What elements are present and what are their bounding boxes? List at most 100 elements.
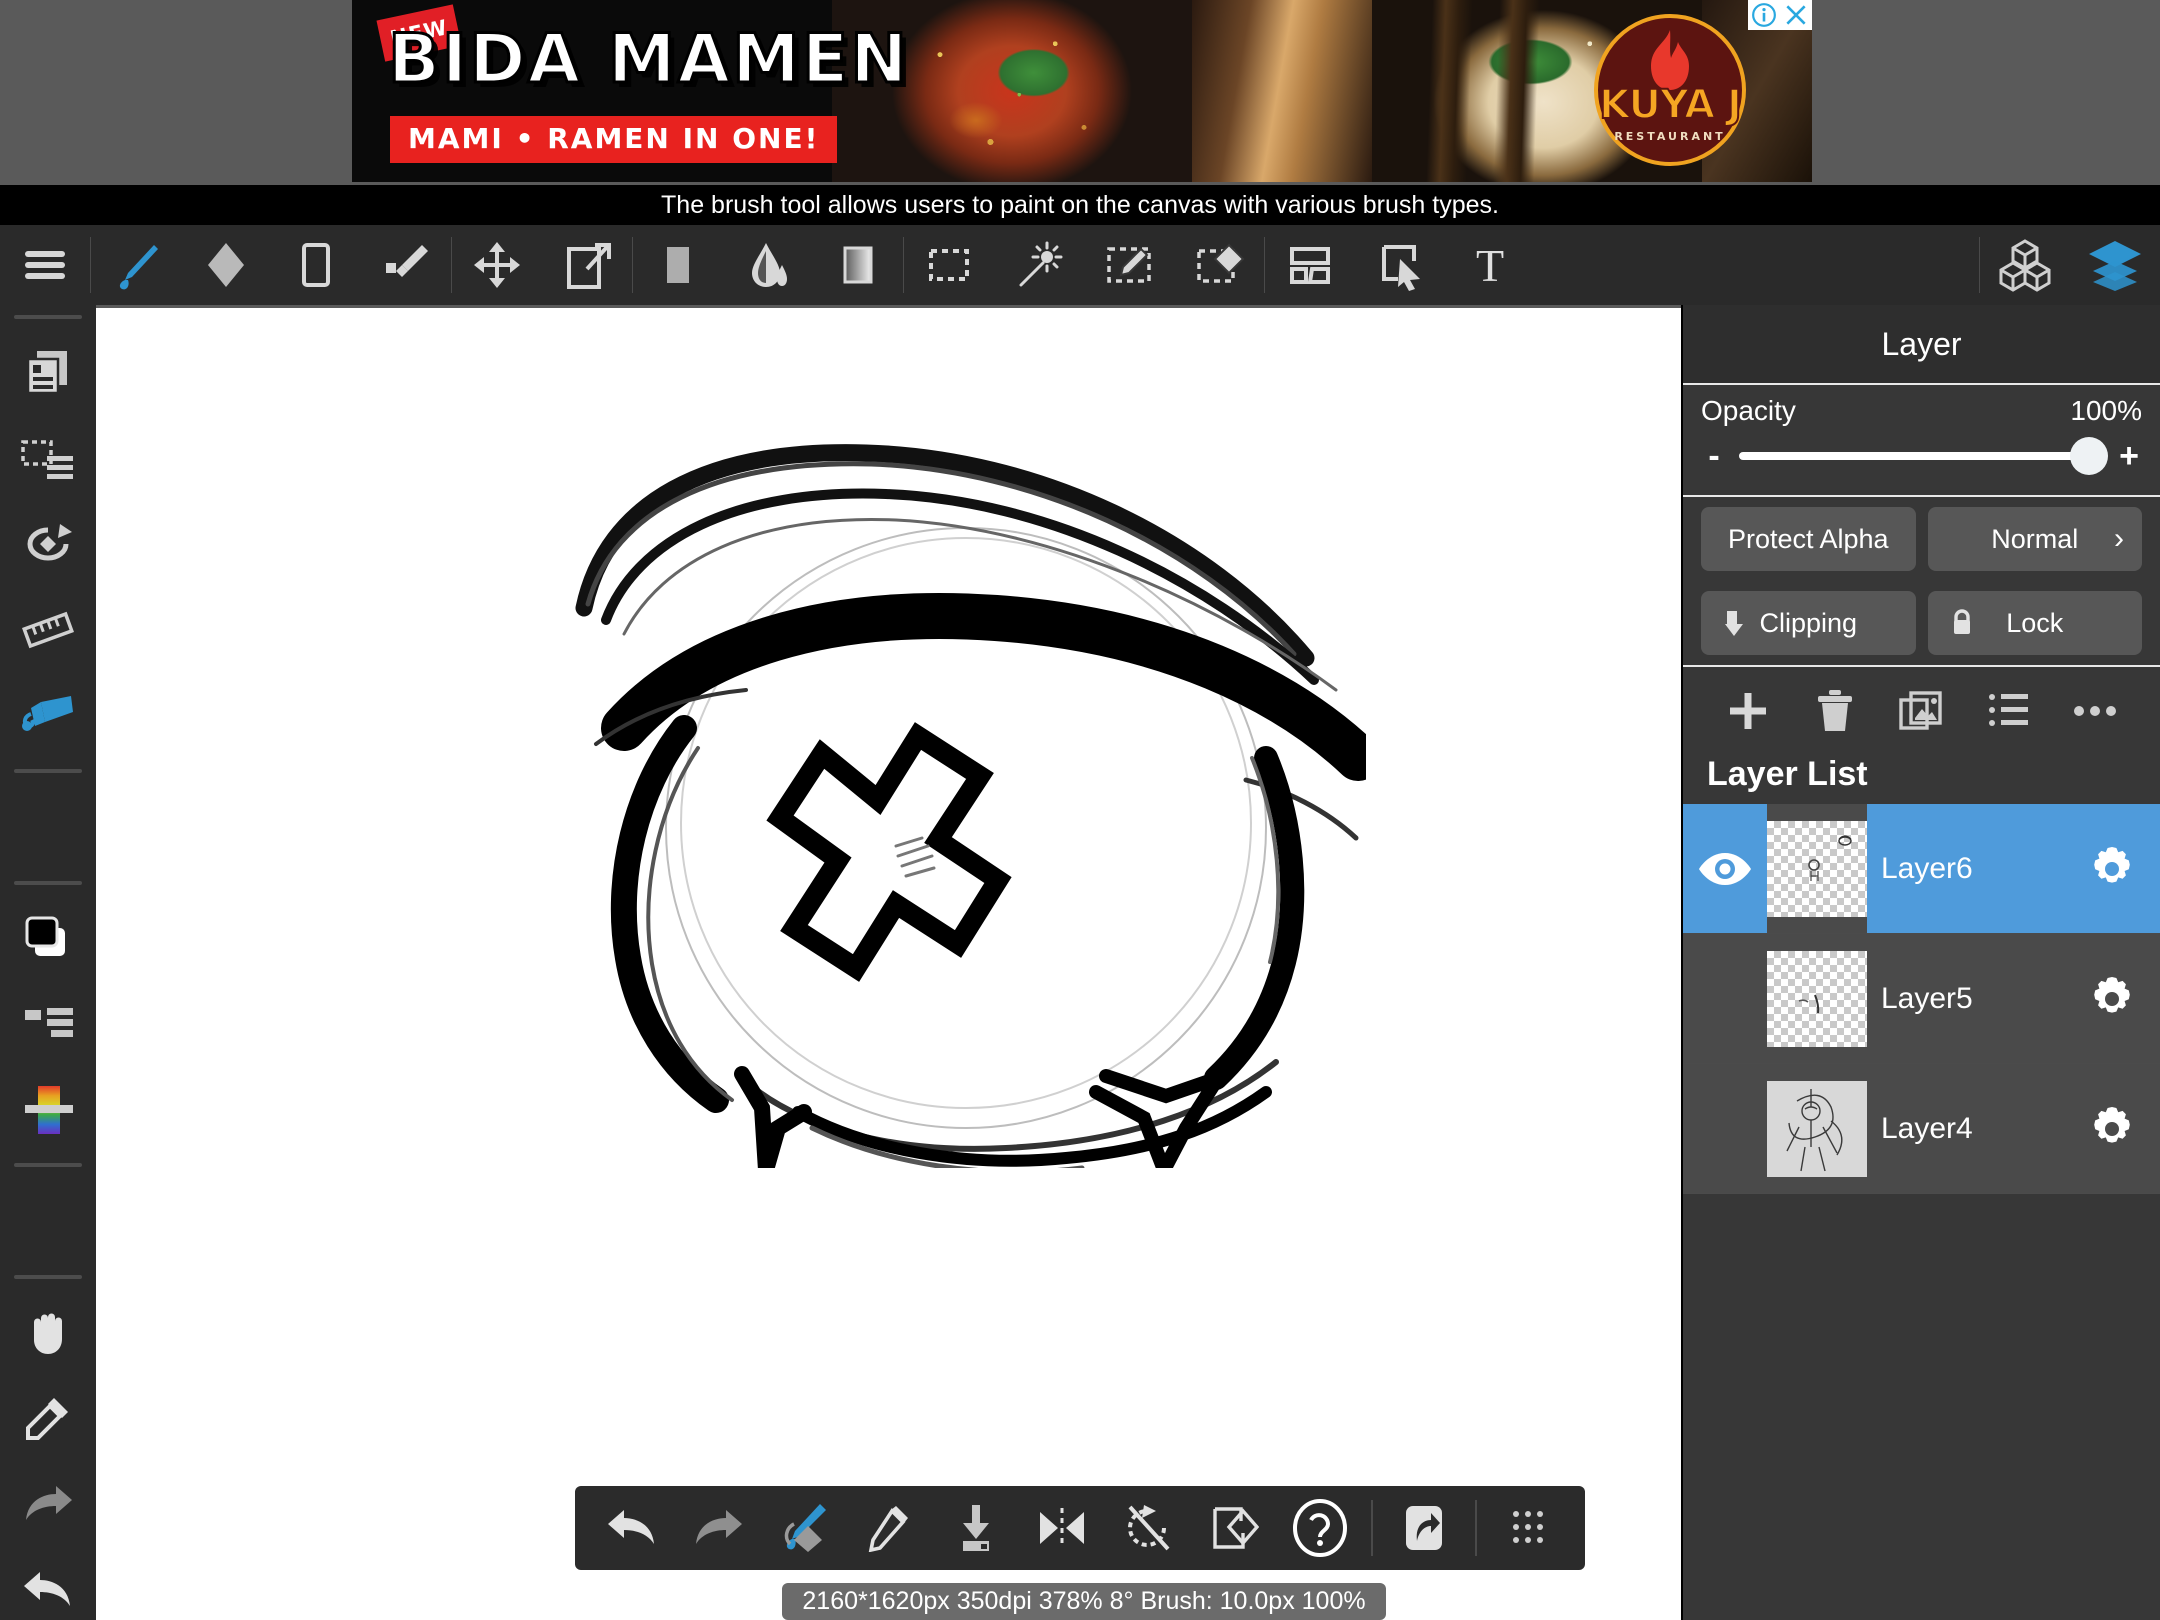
panel-divide-tool-icon[interactable]	[1265, 225, 1355, 305]
ad-food-photo-middle	[1192, 0, 1372, 182]
sidebar-item-selection-menu[interactable]	[0, 415, 96, 501]
layer-name: Layer6	[1867, 804, 2064, 933]
layer-mode-row: Protect Alpha Normal ›	[1683, 497, 2160, 581]
sidebar-item-brush-settings[interactable]	[0, 673, 96, 759]
bottom-toolbar	[575, 1486, 1585, 1570]
sidebar-divider	[14, 1163, 82, 1167]
opacity-value: 100%	[2070, 395, 2142, 427]
sidebar-item-color-swatch[interactable]	[0, 895, 96, 981]
help-icon[interactable]	[1277, 1486, 1363, 1570]
layer-lock-row: Clipping Lock	[1683, 581, 2160, 665]
opacity-decrease-button[interactable]: -	[1701, 437, 1727, 476]
flip-horizontal-icon[interactable]	[1019, 1486, 1105, 1570]
sidebar-item-undo[interactable]	[0, 1547, 96, 1620]
sidebar-item-redo[interactable]	[0, 1461, 96, 1547]
hamburger-menu-icon[interactable]	[0, 225, 90, 305]
layer-panel-toggle-icon[interactable]	[2070, 225, 2160, 305]
canvas-pages-icon	[23, 347, 73, 397]
brush-tool-icon[interactable]	[91, 225, 181, 305]
clipping-button[interactable]: Clipping	[1701, 591, 1916, 655]
opacity-control: Opacity 100% - +	[1683, 385, 2160, 495]
layer-visibility-toggle[interactable]	[1683, 804, 1767, 933]
layer-settings-gear-icon[interactable]	[2064, 1064, 2160, 1193]
save-download-icon[interactable]	[933, 1486, 1019, 1570]
delete-layer-icon[interactable]	[1792, 689, 1879, 733]
layer-list-title: Layer List	[1683, 755, 2160, 804]
clipping-arrow-icon	[1723, 608, 1749, 638]
select-eraser-tool-icon[interactable]	[1174, 225, 1264, 305]
drawing-canvas[interactable]	[96, 308, 1681, 1620]
duplicate-layer-icon[interactable]	[1878, 690, 1965, 732]
sidebar-item-canvas-pages[interactable]	[0, 329, 96, 415]
layer-thumbnail-image	[1767, 821, 1867, 917]
clipping-label: Clipping	[1759, 608, 1857, 639]
sidebar-item-eyedropper[interactable]	[0, 1375, 96, 1461]
ruler-icon	[22, 608, 74, 652]
protect-alpha-button[interactable]: Protect Alpha	[1701, 507, 1916, 571]
tooltip-strip: The brush tool allows users to paint on …	[0, 185, 2160, 225]
sidebar-divider	[14, 881, 82, 885]
drag-handle-icon[interactable]	[1485, 1486, 1571, 1570]
layer-thumbnail	[1767, 1064, 1867, 1193]
canvas-artwork-eye-sketch	[566, 428, 1366, 1168]
brush-eraser-swap-icon[interactable]	[761, 1486, 847, 1570]
layer-row[interactable]: Layer4	[1683, 1064, 2160, 1194]
pen-icon[interactable]	[847, 1486, 933, 1570]
info-icon[interactable]	[1751, 2, 1777, 28]
new-layer-page-icon[interactable]	[1191, 1486, 1277, 1570]
advertisement-banner[interactable]: NEW BIDA MAMEN MAMI • RAMEN IN ONE! KUYA…	[352, 0, 1812, 182]
sidebar-item-rotate-canvas[interactable]	[0, 501, 96, 587]
opacity-slider[interactable]	[1739, 452, 2104, 460]
sidebar-item-palette-list[interactable]	[0, 981, 96, 1067]
sidebar-item-color-spectrum[interactable]	[0, 1067, 96, 1153]
redo-icon[interactable]	[675, 1486, 761, 1570]
move-tool-icon[interactable]	[452, 225, 542, 305]
pen-line-tool-icon[interactable]	[361, 225, 451, 305]
sidebar-item-ruler[interactable]	[0, 587, 96, 673]
lock-icon	[1950, 609, 1974, 637]
reset-rotation-icon[interactable]	[1105, 1486, 1191, 1570]
material-3d-icon[interactable]	[1980, 225, 2070, 305]
share-export-icon[interactable]	[1381, 1486, 1467, 1570]
layer-row[interactable]: Layer6	[1683, 804, 2160, 934]
close-icon[interactable]	[1783, 2, 1809, 28]
layer-visibility-toggle[interactable]	[1683, 1064, 1767, 1193]
undo-icon[interactable]	[589, 1486, 675, 1570]
opacity-slider-handle[interactable]	[2070, 437, 2108, 475]
eye-visible-icon	[1697, 851, 1753, 887]
toolbar-group-panel: T	[1265, 225, 1535, 305]
layer-settings-gear-icon[interactable]	[2064, 804, 2160, 933]
gradient-tool-icon[interactable]	[813, 225, 903, 305]
opacity-label: Opacity	[1701, 395, 1796, 427]
app-root: NEW BIDA MAMEN MAMI • RAMEN IN ONE! KUYA…	[0, 0, 2160, 1620]
layer-row[interactable]: Layer5	[1683, 934, 2160, 1064]
layer-name: Layer4	[1867, 1064, 2064, 1193]
add-layer-icon[interactable]	[1705, 689, 1792, 733]
object-select-tool-icon[interactable]	[1355, 225, 1445, 305]
layer-options-list-icon[interactable]	[1965, 692, 2052, 730]
sidebar-item-hand-pan[interactable]	[0, 1289, 96, 1375]
lock-button[interactable]: Lock	[1928, 591, 2143, 655]
transform-tool-icon[interactable]	[542, 225, 632, 305]
opacity-increase-button[interactable]: +	[2116, 437, 2142, 476]
color-spectrum-icon	[21, 1084, 75, 1136]
blend-mode-button[interactable]: Normal ›	[1928, 507, 2143, 571]
select-pen-tool-icon[interactable]	[1084, 225, 1174, 305]
eraser-tool-icon[interactable]	[181, 225, 271, 305]
layer-settings-gear-icon[interactable]	[2064, 934, 2160, 1063]
layer-visibility-toggle[interactable]	[1683, 934, 1767, 1063]
sidebar-divider	[14, 769, 82, 773]
status-bar: 2160*1620px 350dpi 378% 8° Brush: 10.0px…	[782, 1583, 1386, 1620]
bucket-fill-tool-icon[interactable]	[723, 225, 813, 305]
palette-list-icon	[21, 1004, 75, 1044]
fill-rect-tool-icon[interactable]	[633, 225, 723, 305]
magic-wand-tool-icon[interactable]	[994, 225, 1084, 305]
toolbar-group-fill	[633, 225, 903, 305]
rect-select-tool-icon[interactable]	[904, 225, 994, 305]
top-toolbar: T	[0, 225, 2160, 305]
text-tool-icon[interactable]: T	[1445, 225, 1535, 305]
more-options-icon[interactable]	[2051, 704, 2138, 718]
blend-mode-label: Normal	[1991, 524, 2078, 555]
shape-tool-icon[interactable]	[271, 225, 361, 305]
protect-alpha-label: Protect Alpha	[1728, 524, 1889, 555]
